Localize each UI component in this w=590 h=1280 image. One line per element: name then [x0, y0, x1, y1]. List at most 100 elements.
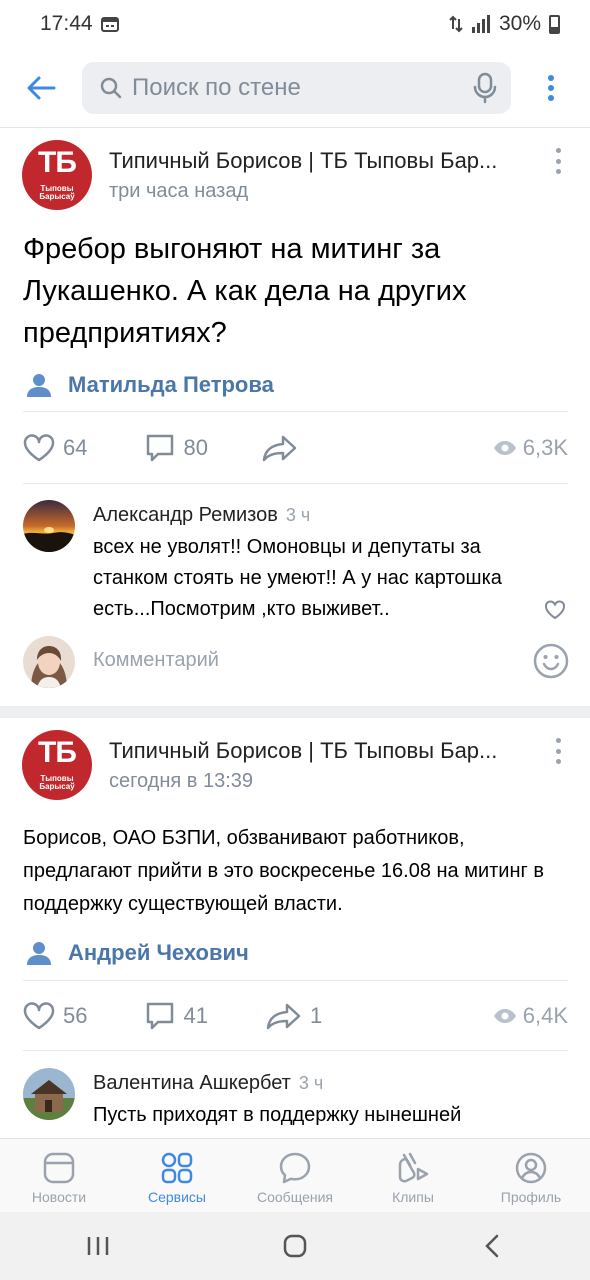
dot [555, 738, 561, 743]
recent-apps-icon [88, 1237, 109, 1255]
comment-time: 3 ч [285, 505, 311, 525]
search-placeholder: Поиск по стене [132, 73, 301, 101]
share-button[interactable]: 1 [266, 1002, 322, 1030]
status-right: 30% [449, 12, 560, 36]
comment-author-line: Валентина Ашкербет 3 ч [93, 1072, 323, 1095]
heart-icon [545, 600, 565, 620]
screen: 17:44 30% Поиск по стене ТБ Тыповы Барыс… [0, 0, 590, 1280]
services-icon [161, 1152, 193, 1184]
comment-icon [147, 1002, 174, 1030]
more-menu-button[interactable] [511, 48, 590, 128]
comment-icon [147, 434, 174, 462]
messages-icon [279, 1152, 311, 1184]
wall-post: ТБ Тыповы Барысаў Типичный Борисов | ТБ … [0, 718, 590, 1138]
comment-compose[interactable]: Комментарий [23, 636, 571, 690]
commenter-avatar[interactable] [23, 500, 75, 552]
signer-name: Матильда Петрова [68, 372, 274, 397]
back-button[interactable] [0, 48, 82, 128]
like-button[interactable]: 64 [23, 434, 87, 462]
comment-author[interactable]: Валентина Ашкербет [93, 1072, 291, 1094]
news-icon [43, 1152, 75, 1184]
comment-button[interactable]: 41 [145, 1001, 208, 1031]
data-arrows-icon [449, 15, 463, 33]
emoji-button[interactable] [533, 643, 569, 684]
smile-icon [533, 643, 569, 679]
search-input[interactable]: Поиск по стене [82, 61, 511, 114]
tab-news[interactable]: Новости [0, 1139, 118, 1212]
tab-clips[interactable]: Клипы [354, 1139, 472, 1212]
dot [555, 148, 561, 153]
share-button[interactable] [262, 434, 306, 462]
profile-photo [23, 636, 75, 688]
views-counter: 6,3K [493, 435, 568, 461]
group-avatar[interactable]: ТБ Тыповы Барысаў [22, 140, 92, 210]
share-count: 1 [309, 1003, 323, 1028]
like-count: 64 [63, 435, 88, 460]
system-back-button[interactable] [462, 1216, 522, 1276]
dot [555, 759, 561, 764]
divider [23, 411, 568, 412]
post-options-button[interactable] [546, 736, 570, 766]
profile-icon [515, 1152, 547, 1184]
tab-label: Сервисы [147, 1189, 206, 1205]
battery-icon [549, 14, 560, 34]
share-arrow-icon [266, 1003, 301, 1030]
comment-count: 41 [183, 1003, 208, 1028]
bottom-tab-bar: Новости Сервисы Сообщения Клипы Профиль [0, 1138, 590, 1212]
my-avatar [23, 636, 75, 688]
post-text: Борисов, ОАО БЗПИ, обзванивают работнико… [23, 827, 544, 915]
tab-profile[interactable]: Профиль [472, 1139, 590, 1212]
recent-apps-button[interactable] [68, 1216, 128, 1276]
tab-services[interactable]: Сервисы [118, 1139, 236, 1212]
comment-text: всех не уволят!! Омоновцы и депутаты за … [93, 536, 502, 620]
group-avatar[interactable]: ТБ Тыповы Барысаў [22, 730, 92, 800]
avatar-letters: ТБ [38, 736, 77, 769]
signer-name: Андрей Чехович [68, 940, 249, 965]
post-text: Фребор выгоняют на митинг за Лукашенко. … [23, 233, 467, 349]
share-arrow-icon [262, 435, 297, 462]
comment-author-line: Александр Ремизов 3 ч [93, 504, 310, 527]
comment-author[interactable]: Александр Ремизов [93, 504, 278, 526]
signal-icon [471, 15, 490, 33]
system-nav-bar [0, 1212, 590, 1280]
chevron-left-icon [484, 1234, 498, 1258]
comment-time: 3 ч [298, 1073, 324, 1093]
like-button[interactable]: 56 [23, 1002, 87, 1030]
clips-icon [398, 1152, 429, 1183]
battery-percent: 30% [498, 12, 541, 35]
post-signer[interactable]: Андрей Чехович [26, 938, 249, 968]
tab-label: Клипы [392, 1189, 434, 1205]
calendar-icon [100, 17, 119, 32]
like-count: 56 [63, 1003, 88, 1028]
post-options-button[interactable] [546, 146, 570, 176]
comment-text: Пусть приходят в поддержку нынешней [93, 1104, 462, 1126]
heart-icon [23, 434, 55, 462]
home-icon [283, 1234, 307, 1258]
post-author[interactable]: Типичный Борисов | ТБ Тыповы Бар... [109, 738, 509, 764]
post-author[interactable]: Типичный Борисов | ТБ Тыповы Бар... [109, 148, 509, 174]
post-signer[interactable]: Матильда Петрова [26, 370, 274, 400]
post-separator [0, 706, 590, 718]
dot [555, 158, 561, 164]
comment-item: Александр Ремизов 3 ч всех не уволят!! Ом… [23, 500, 568, 625]
wall-post: ТБ Тыповы Барысаў Типичный Борисов | ТБ … [0, 128, 590, 708]
microphone-icon[interactable] [473, 72, 497, 104]
user-icon [27, 374, 51, 397]
status-time: 17:44 [40, 12, 93, 35]
house-photo [23, 1068, 75, 1120]
status-time-group: 17:44 [40, 12, 119, 36]
comment-like-button[interactable] [544, 600, 566, 625]
comment-placeholder: Комментарий [93, 649, 219, 671]
tab-label: Новости [31, 1189, 87, 1205]
post-time: сегодня в 13:39 [109, 770, 253, 792]
post-header: ТБ Тыповы Барысаў Типичный Борисов | ТБ … [22, 730, 570, 800]
status-bar: 17:44 30% [0, 0, 590, 48]
home-button[interactable] [265, 1216, 325, 1276]
commenter-avatar[interactable] [23, 1068, 75, 1120]
eye-icon [493, 1009, 516, 1023]
tab-messages[interactable]: Сообщения [236, 1139, 354, 1212]
divider [23, 1050, 568, 1051]
comment-button[interactable]: 80 [145, 433, 208, 463]
arrow-left-icon [27, 76, 56, 99]
view-count: 6,4K [522, 1003, 568, 1028]
